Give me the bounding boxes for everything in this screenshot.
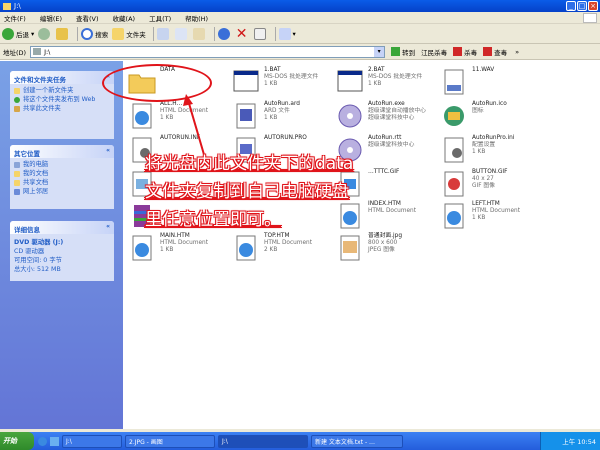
quicklaunch-ie-icon[interactable] [38, 436, 47, 446]
system-tray: 上午 10:54 [540, 432, 600, 450]
taskbar-item-paint[interactable]: 2.JPG - 画图 [125, 434, 215, 448]
annotation-text: 将光盘内此文件夹下的data 文件夹复制到自己电脑硬盘 里任意位置即可。 [145, 154, 354, 230]
start-button[interactable]: 开始 [0, 432, 34, 450]
clock: 上午 10:54 [562, 438, 596, 446]
taskbar-item-notepad[interactable]: 新建 文本文档.txt - … [311, 434, 403, 448]
taskbar-item-explorer-active[interactable]: J:\ [218, 434, 308, 448]
taskbar: 开始 J:\ 2.JPG - 画图 J:\ 新建 文本文档.txt - … 上午… [0, 432, 600, 450]
quicklaunch-desktop-icon[interactable] [50, 436, 59, 446]
taskbar-item-explorer[interactable]: J:\ [62, 434, 122, 448]
